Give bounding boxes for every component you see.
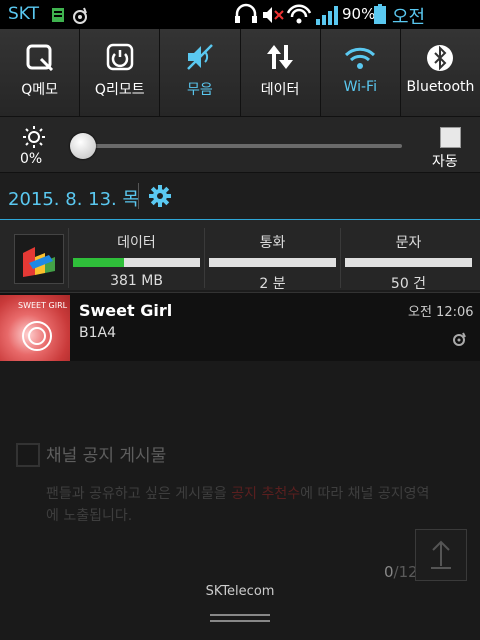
status-right-icons — [235, 3, 338, 25]
quick-settings-bar: Q메모 Q리모트 무음 데이터 Wi-Fi Bluetooth — [0, 29, 480, 116]
wifi-icon — [286, 4, 312, 24]
usage-bar — [73, 258, 200, 267]
music-icon — [73, 7, 87, 24]
char-counter-current: 0 — [384, 563, 394, 581]
tile-label: Q리모트 — [94, 82, 145, 98]
tile-label: Q메모 — [21, 82, 58, 98]
tile-label: Bluetooth — [406, 79, 475, 95]
bluetooth-icon — [427, 45, 454, 71]
mute-icon — [263, 7, 284, 23]
notice-highlight: 공지 추천수 — [231, 486, 301, 502]
tile-label: Wi-Fi — [343, 79, 377, 95]
tile-data[interactable]: 데이터 — [240, 29, 321, 116]
album-art-text: SWEET GIRL — [18, 301, 68, 310]
date-row: 2015. 8. 13. 목 — [0, 172, 480, 221]
brightness-row: 0% 자동 — [0, 116, 480, 173]
battery-icon — [374, 4, 386, 24]
arrow-up-icon — [431, 540, 451, 569]
qmemo-icon — [26, 44, 53, 71]
music-notification[interactable]: SWEET GIRL Sweet Girl B1A4 오전 12:06 — [0, 292, 480, 362]
notification-title: Sweet Girl — [79, 301, 173, 320]
signal-icon — [316, 6, 338, 25]
sim-icon — [52, 8, 64, 22]
qremote-icon — [106, 43, 133, 71]
brightness-slider[interactable] — [82, 144, 402, 148]
drag-handle[interactable] — [210, 614, 270, 628]
auto-brightness-checkbox[interactable] — [440, 127, 461, 148]
usage-app-icon[interactable] — [14, 234, 64, 284]
usage-call-column: 통화 2 분 — [204, 228, 340, 292]
footer-carrier: SKTelecom — [205, 584, 275, 599]
usage-bar-fill — [73, 258, 124, 267]
char-counter: 0/12 — [384, 563, 418, 581]
music-icon — [453, 332, 466, 346]
tile-qremote[interactable]: Q리모트 — [80, 29, 161, 116]
wifi-icon — [345, 47, 376, 69]
usage-title: 데이터 — [117, 235, 156, 251]
tile-label: 데이터 — [260, 82, 300, 98]
usage-value: 50 건 — [390, 276, 427, 292]
brightness-icon — [23, 126, 45, 148]
status-left-icons — [52, 7, 87, 24]
tile-qmemo[interactable]: Q메모 — [0, 29, 81, 116]
usage-sms-column: 문자 50 건 — [340, 228, 476, 292]
usage-title: 통화 — [259, 235, 286, 251]
status-bar: SKT 90% 오전 12:07 — [0, 0, 480, 50]
battery-percent: 90% — [342, 5, 376, 23]
tile-silent[interactable]: 무음 — [160, 29, 241, 116]
usage-value: 2 분 — [259, 276, 286, 292]
gear-icon[interactable] — [149, 185, 171, 207]
usage-bar — [345, 258, 472, 267]
carrier-label: SKT — [8, 4, 40, 24]
data-icon — [267, 45, 294, 69]
album-art-flower-inner — [28, 327, 46, 345]
usage-data-column: 데이터 381 MB — [68, 228, 204, 289]
brightness-percent: 0% — [20, 151, 43, 167]
scroll-top-button — [415, 529, 467, 581]
notice-description: 팬들과 공유하고 싶은 게시물을 공지 추천수에 따라 채널 공지영역 — [46, 486, 430, 502]
tile-bluetooth[interactable]: Bluetooth — [400, 29, 480, 116]
tile-label: 무음 — [187, 82, 213, 98]
album-art: SWEET GIRL — [0, 295, 70, 361]
date-label[interactable]: 2015. 8. 13. 목 — [8, 185, 139, 211]
notice-title: 채널 공지 게시물 — [46, 446, 167, 466]
notification-subtitle: B1A4 — [79, 325, 116, 341]
divider — [138, 183, 139, 209]
notification-time: 오전 12:06 — [408, 305, 474, 320]
usage-title: 문자 — [395, 235, 422, 251]
notice-checkbox — [16, 443, 40, 467]
auto-brightness-label: 자동 — [432, 154, 458, 170]
notice-description-line2: 에 노출됩니다. — [46, 508, 133, 524]
usage-value: 381 MB — [110, 273, 163, 289]
silent-icon — [187, 44, 213, 70]
brightness-thumb[interactable] — [70, 133, 96, 159]
usage-row[interactable]: 데이터 381 MB 통화 2 분 문자 50 건 — [0, 220, 480, 292]
headset-icon — [235, 3, 257, 23]
tile-wifi[interactable]: Wi-Fi — [320, 29, 401, 116]
usage-bar — [209, 258, 336, 267]
